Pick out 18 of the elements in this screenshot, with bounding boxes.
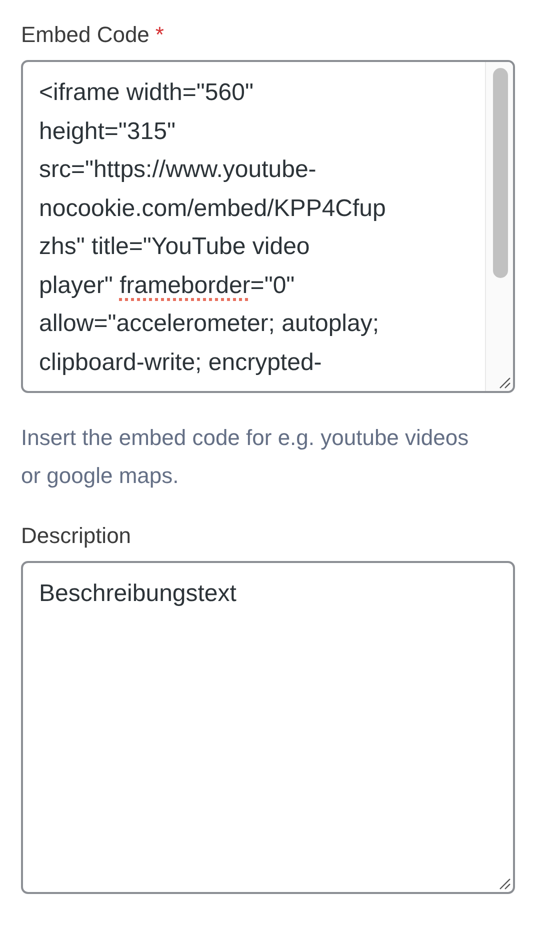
text-area-field[interactable]: Beschreibungstext: [21, 561, 515, 894]
resize-handle-icon[interactable]: [499, 878, 511, 890]
scrollbar-thumb[interactable]: [493, 68, 508, 278]
text-line: allow="accelerometer; autoplay;: [39, 309, 380, 339]
text-line: src="https://www.youtube-: [39, 155, 318, 185]
resize-handle-icon[interactable]: [499, 377, 511, 389]
text-line: Beschreibungstext: [39, 579, 238, 609]
text-line: clipboard-write; encrypted-: [39, 348, 323, 378]
text-line: <iframe width="560": [39, 78, 254, 108]
field-label: Description: [21, 523, 132, 549]
text-line: zhs" title="YouTube video: [39, 232, 311, 262]
required-asterisk: *: [155, 22, 164, 48]
text-area-field[interactable]: <iframe width="560" height="315" src="https://www.youtube- nocookie.com/embed/KPP4Cfup zhs" title="YouTube video player" frameborder="0" allow="accelerometer; autoplay; clipboard-write; encrypted-: [21, 60, 515, 393]
help-text: Insert the embed code for e.g. youtube videos or google maps.: [21, 424, 470, 490]
text-line: height="315": [39, 116, 176, 146]
text-line: player" frameborder="0": [39, 270, 296, 300]
text-line: nocookie.com/embed/KPP4Cfup: [39, 194, 387, 224]
field-label: Embed Code: [21, 22, 150, 48]
